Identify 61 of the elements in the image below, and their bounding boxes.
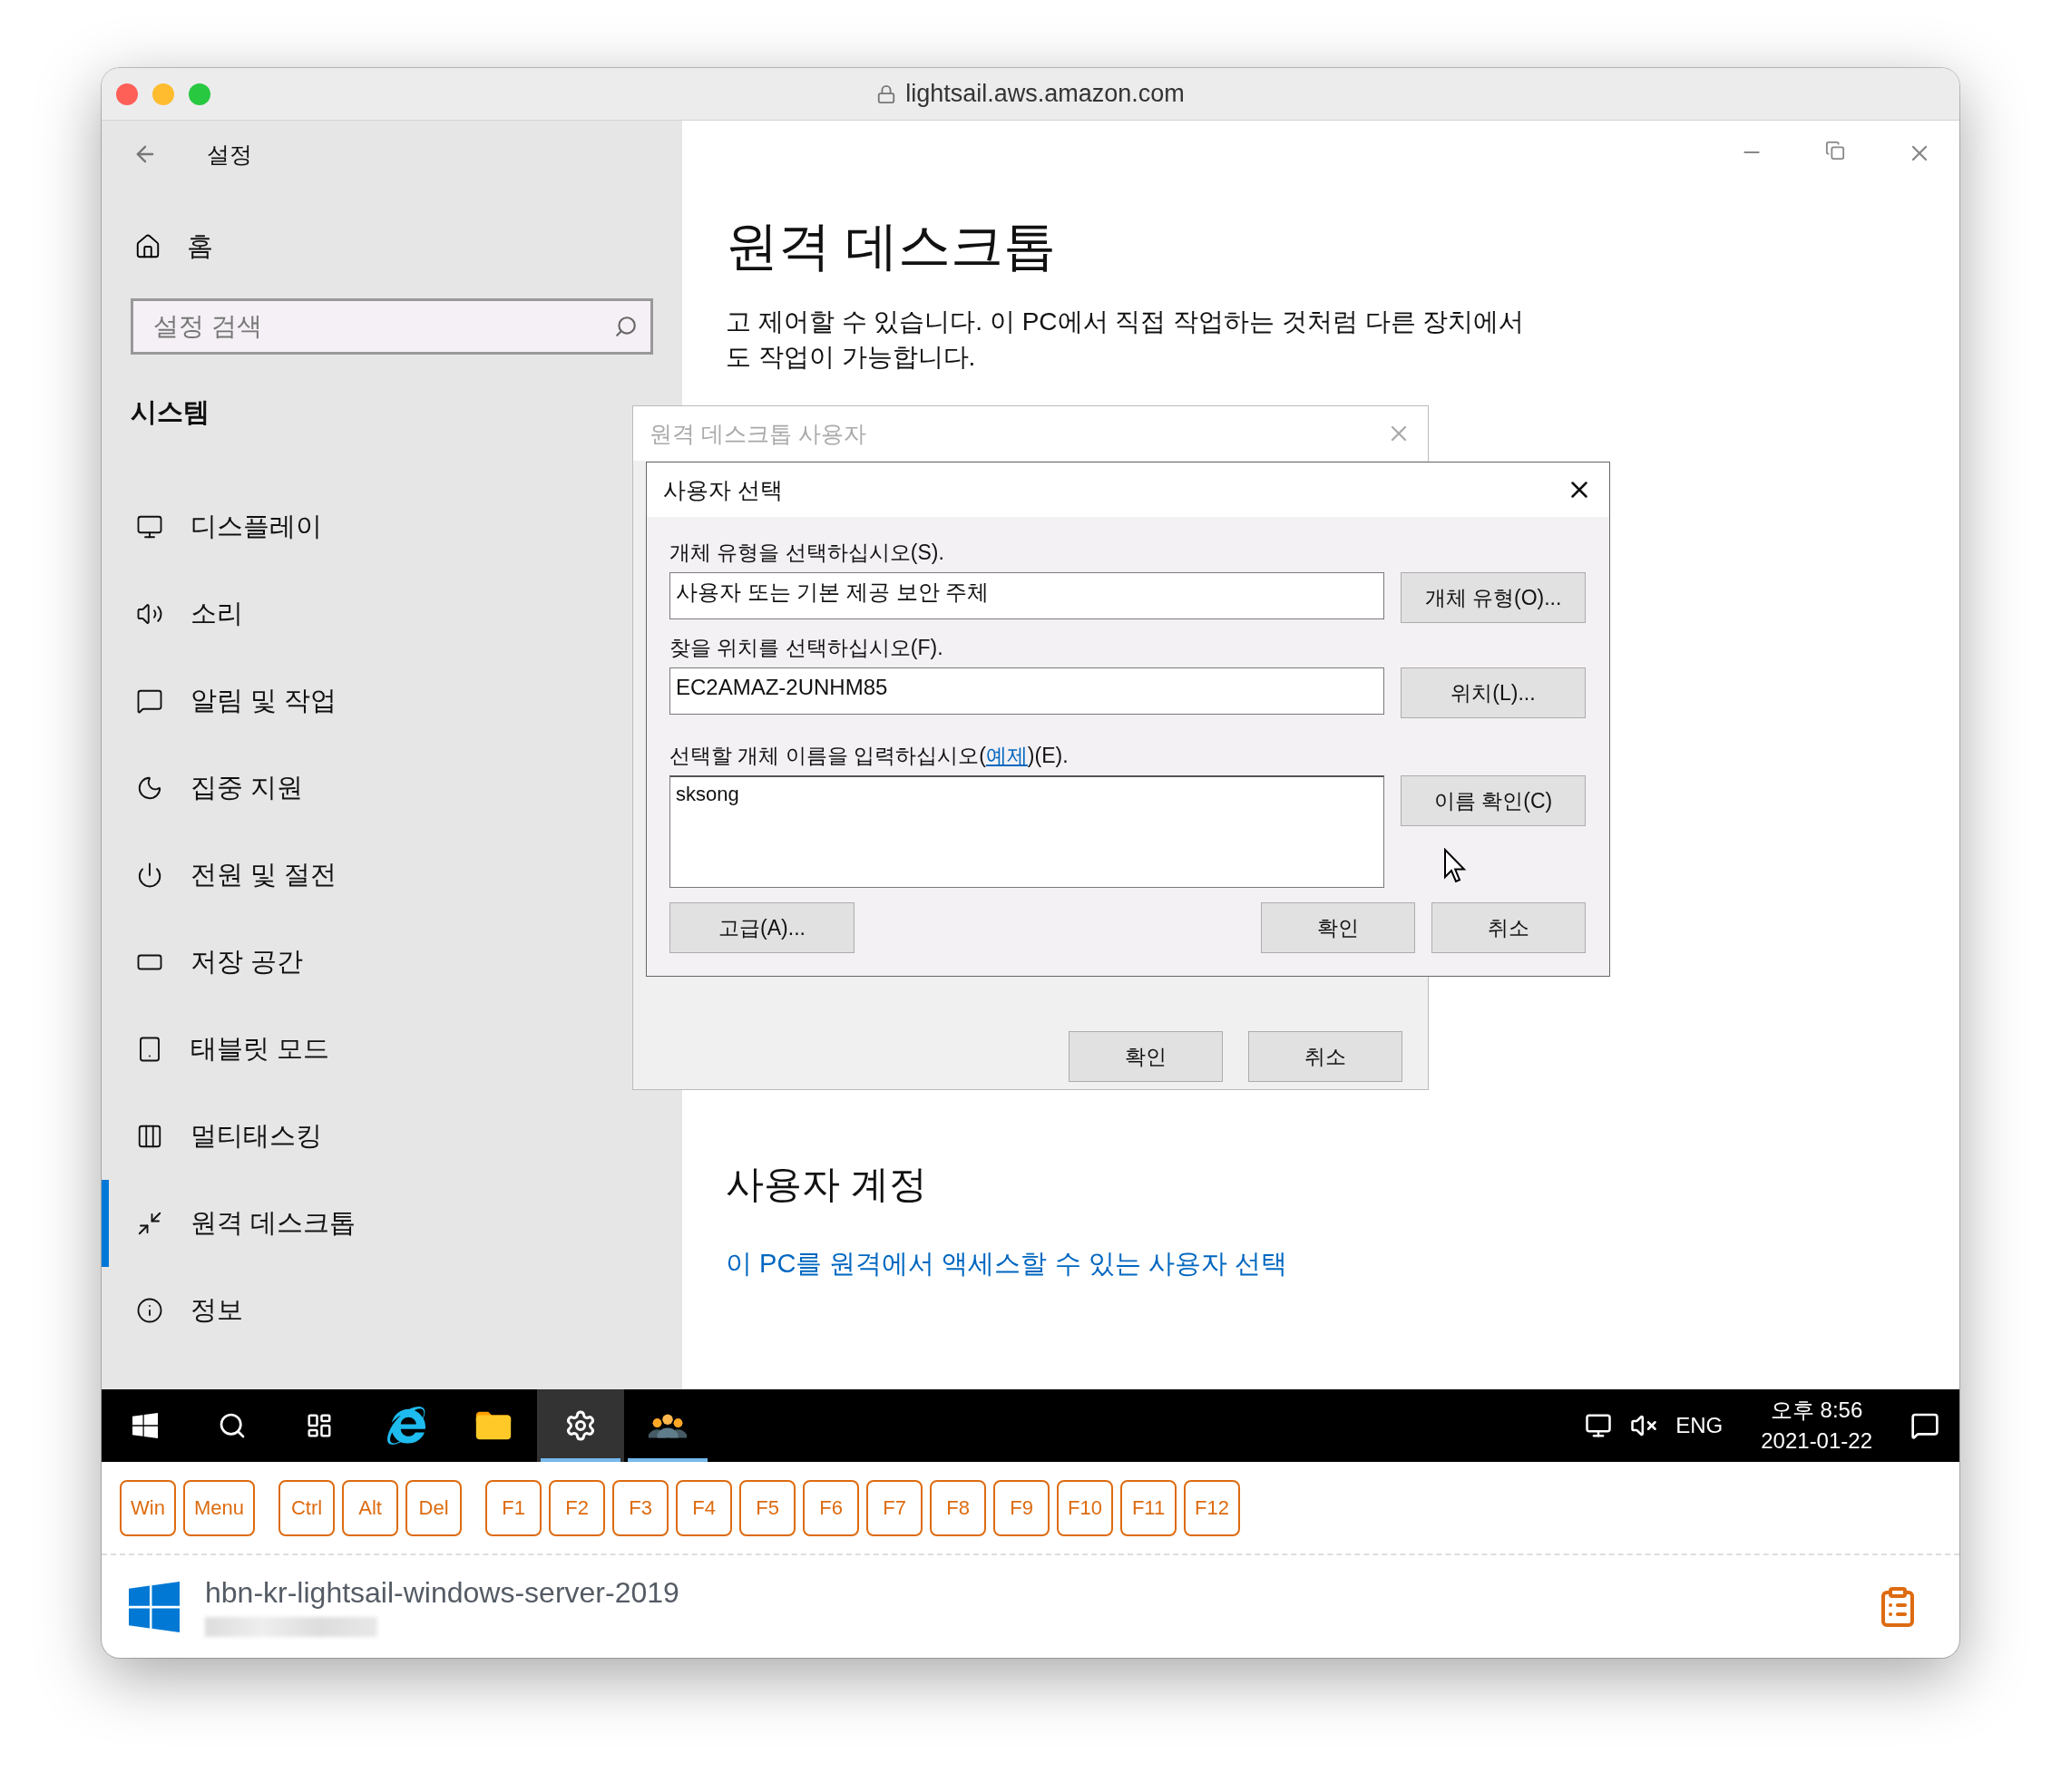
dialog-button[interactable]: 취소 (1431, 902, 1586, 953)
nav-item[interactable]: 소리 (102, 570, 261, 657)
nav-item[interactable]: 멀티태스킹 (102, 1093, 340, 1180)
page-title: 원격 데스크톱 (726, 215, 1058, 277)
nav-item[interactable]: 태블릿 모드 (102, 1006, 348, 1093)
nav-icon (136, 774, 163, 802)
taskbar-clock[interactable]: 오후 8:56 2021-01-22 (1741, 1395, 1892, 1456)
task-view-icon (306, 1412, 333, 1439)
dialog-button[interactable]: 확인 (1261, 902, 1415, 953)
browser-icon (387, 1407, 425, 1445)
location-field[interactable]: EC2AMAZ-2UNHM85 (669, 667, 1384, 715)
restore-icon[interactable] (1825, 141, 1845, 161)
nav-icon (136, 1123, 163, 1150)
nav-item[interactable]: 집중 지원 (102, 745, 322, 832)
dialog-title: 사용자 선택 (663, 475, 783, 504)
app-title: 설정 (207, 140, 252, 169)
nav-item[interactable]: 디스플레이 (102, 483, 340, 570)
nav-item[interactable]: 전원 및 절전 (102, 832, 356, 919)
language-indicator[interactable]: ENG (1675, 1413, 1724, 1438)
field-label: 선택할 개체 이름을 입력하십시오(예제)(E). (669, 743, 1070, 769)
object-type-button[interactable]: 개체 유형(O)... (1401, 572, 1586, 623)
nav-icon (136, 687, 163, 715)
check-names-button[interactable]: 이름 확인(C) (1401, 775, 1586, 826)
section-heading: 사용자 계정 (726, 1162, 928, 1207)
search-icon (218, 1411, 247, 1440)
description-text: 고 제어할 수 있습니다. 이 PC에서 직접 작업하는 것처럼 다른 장치에서 도 작업이 가능합니다. (726, 307, 1526, 373)
select-users-link[interactable]: 이 PC를 원격에서 액세스할 수 있는 사용자 선택 (726, 1246, 1959, 1282)
dialog-title: 원격 데스크톱 사용자 (650, 419, 866, 448)
section-title: 시스템 (130, 396, 210, 428)
nav-item[interactable]: 알림 및 작업 (102, 657, 356, 745)
nav-icon (136, 1210, 163, 1237)
field-label: 찾을 위치를 선택하십시오(F). (669, 635, 944, 661)
windows-logo-icon (131, 1411, 160, 1440)
nav-icon (136, 1297, 163, 1324)
nav-item[interactable]: 정보 (102, 1267, 261, 1354)
lock-icon (876, 83, 897, 104)
dialog-button[interactable]: 확인 (1069, 1031, 1223, 1082)
nav-item[interactable]: 원격 데스크톱 (102, 1180, 375, 1267)
search-input[interactable]: 설정 검색 (151, 311, 587, 342)
instance-name: hbn-kr-lightsail-windows-server-2019 (205, 1576, 679, 1610)
object-type-field[interactable]: 사용자 또는 기본 제공 보안 주체 (669, 572, 1384, 619)
home-nav-item[interactable]: 홈 (102, 177, 682, 275)
network-icon[interactable] (1585, 1412, 1613, 1439)
search-icon (614, 315, 638, 338)
taskbar-button[interactable] (537, 1389, 624, 1462)
example-link[interactable]: 예제 (985, 744, 1028, 767)
advanced-button[interactable]: 고급(A)... (669, 902, 855, 953)
home-icon (134, 233, 161, 260)
nav-icon (136, 862, 163, 889)
nav-item[interactable]: 저장 공간 (102, 919, 322, 1006)
location-button[interactable]: 위치(L)... (1401, 667, 1586, 718)
search-field[interactable]: 설정 검색 (131, 298, 653, 355)
field-label: 개체 유형을 선택하십시오(S). (669, 540, 945, 566)
nav-icon (136, 513, 163, 541)
gear-icon (564, 1409, 597, 1442)
dialog-button[interactable]: 취소 (1248, 1031, 1402, 1082)
close-light-icon[interactable] (116, 83, 138, 105)
mouse-pointer-icon (1443, 848, 1467, 884)
object-name-field[interactable]: sksong (669, 775, 1384, 888)
notification-icon[interactable] (1910, 1411, 1939, 1440)
url-text: lightsail.aws.amazon.com (905, 80, 1185, 108)
